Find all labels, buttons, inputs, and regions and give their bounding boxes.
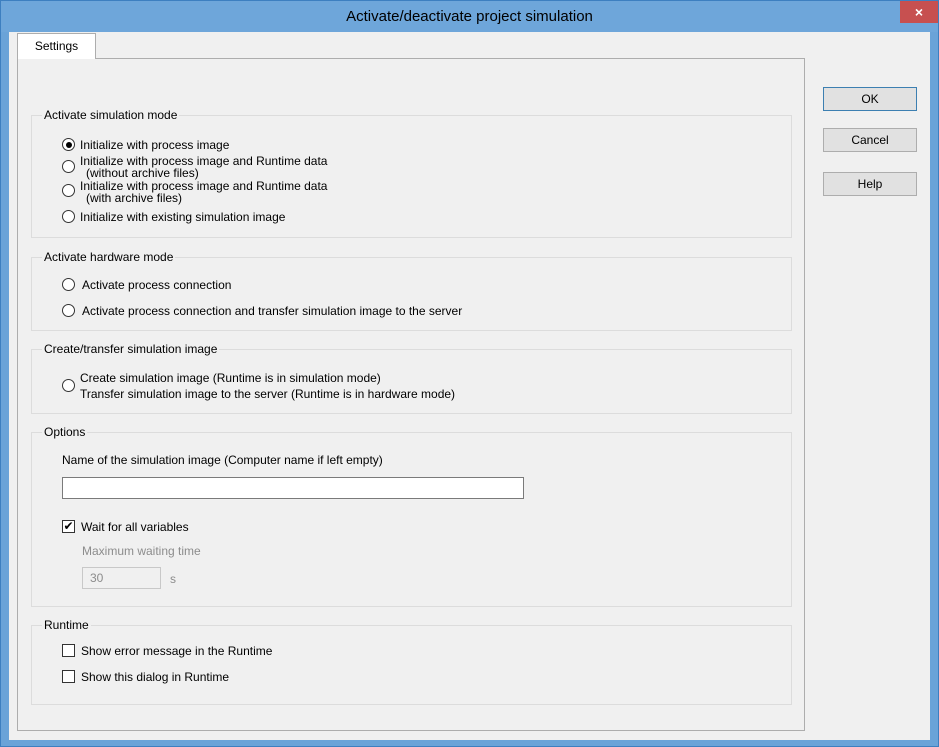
hw-radio-process-connection-label: Activate process connection — [82, 278, 232, 292]
sim-radio-existing-image-label: Initialize with existing simulation imag… — [80, 210, 286, 224]
wait-all-checkbox[interactable]: ✔ — [62, 520, 75, 533]
create-transfer-radio[interactable] — [62, 379, 75, 392]
sim-radio-process-image[interactable] — [62, 138, 75, 151]
title-bar[interactable]: Activate/deactivate project simulation × — [1, 1, 938, 32]
show-dialog-label: Show this dialog in Runtime — [81, 670, 230, 684]
ok-button[interactable]: OK — [823, 87, 917, 111]
dialog-window: Activate/deactivate project simulation ×… — [0, 0, 939, 747]
sim-radio-runtime-no-archive-sublabel: (without archive files) — [86, 166, 199, 180]
close-button[interactable]: × — [900, 1, 938, 23]
cancel-button[interactable]: Cancel — [823, 128, 917, 152]
sim-mode-group-title: Activate simulation mode — [42, 108, 180, 122]
max-wait-input[interactable]: 30 — [82, 567, 161, 589]
help-button[interactable]: Help — [823, 172, 917, 196]
dialog-title: Activate/deactivate project simulation — [346, 8, 593, 25]
sim-radio-process-image-label: Initialize with process image — [80, 138, 230, 152]
show-dialog-checkbox[interactable] — [62, 670, 75, 683]
max-wait-label: Maximum waiting time — [82, 544, 201, 558]
sim-radio-runtime-archive[interactable] — [62, 184, 75, 197]
wait-all-label: Wait for all variables — [81, 520, 189, 534]
runtime-group-title: Runtime — [42, 618, 91, 632]
create-transfer-group-title: Create/transfer simulation image — [42, 342, 220, 356]
create-image-label: Create simulation image (Runtime is in s… — [80, 371, 381, 385]
hw-radio-process-connection[interactable] — [62, 278, 75, 291]
hw-radio-transfer-image-label: Activate process connection and transfer… — [82, 304, 463, 318]
sim-radio-existing-image[interactable] — [62, 210, 75, 223]
hw-mode-group-title: Activate hardware mode — [42, 250, 176, 264]
show-error-label: Show error message in the Runtime — [81, 644, 273, 658]
sim-radio-runtime-archive-sublabel: (with archive files) — [86, 191, 183, 205]
options-group-title: Options — [42, 425, 88, 439]
hw-radio-transfer-image[interactable] — [62, 304, 75, 317]
hw-mode-group: Activate hardware mode — [31, 250, 792, 331]
image-name-input[interactable] — [62, 477, 524, 499]
show-error-checkbox[interactable] — [62, 644, 75, 657]
max-wait-unit: s — [170, 572, 176, 586]
runtime-group: Runtime — [31, 618, 792, 705]
image-name-label: Name of the simulation image (Computer n… — [62, 453, 383, 467]
settings-tab-page: Activate simulation mode Initialize with… — [17, 58, 805, 731]
tab-settings[interactable]: Settings — [17, 33, 96, 59]
sim-radio-runtime-no-archive[interactable] — [62, 160, 75, 173]
transfer-image-label: Transfer simulation image to the server … — [80, 387, 456, 401]
